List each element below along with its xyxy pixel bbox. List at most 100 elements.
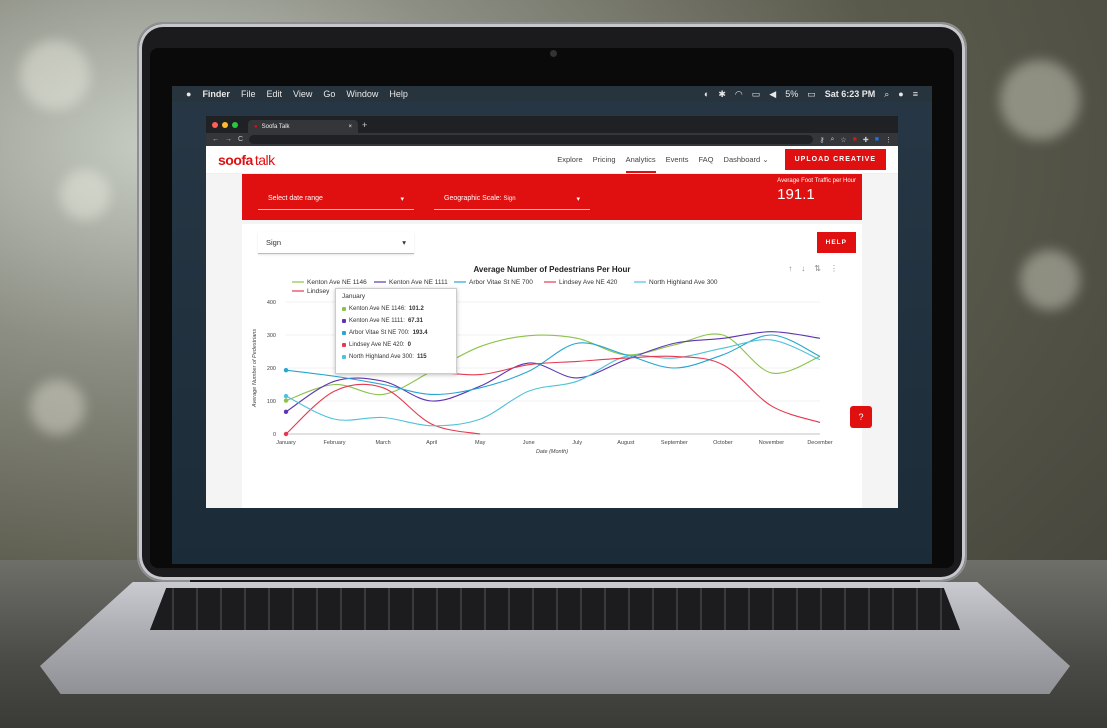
new-tab-button[interactable]: + <box>362 120 367 130</box>
filter-bar: Select date range ▾ Geographic Scale: Si… <box>242 174 862 220</box>
browser-menu-icon[interactable]: ⋮ <box>885 136 892 144</box>
nav-events[interactable]: Events <box>666 155 689 164</box>
data-point <box>283 398 289 403</box>
menu-file[interactable]: File <box>241 89 256 99</box>
chart-card: Sign ▾ HELP ↑ ↓ ⇅ ⋮ Average Number of Pe… <box>242 224 862 508</box>
kpi-label: Average Foot Traffic per Hour <box>777 178 856 184</box>
chevron-down-icon: ⌄ <box>762 155 769 164</box>
nav-faq[interactable]: FAQ <box>699 155 714 164</box>
apple-icon[interactable]: ● <box>186 89 191 99</box>
bookmark-star-icon[interactable]: ☆ <box>840 136 846 144</box>
site-logo[interactable]: soofa talk <box>218 152 275 168</box>
menu-finder[interactable]: Finder <box>202 89 230 99</box>
menu-window[interactable]: Window <box>346 89 378 99</box>
legend-item: North Highland Ave 300 <box>649 279 718 286</box>
geo-scale-value: Sign <box>503 196 516 202</box>
menu-view[interactable]: View <box>293 89 312 99</box>
bokeh-light <box>60 170 110 220</box>
nav-dashboard-label: Dashboard <box>723 155 761 164</box>
geo-scale-label: Geographic Scale: <box>444 195 502 202</box>
browser-window: ● Soofa Talk × + ← → C ⚷ ⌕ ☆ ■ ✚ ■ ⋮ soo… <box>206 116 898 508</box>
x-tick-label: May <box>475 440 486 446</box>
extensions-puzzle-icon[interactable]: ✚ <box>863 136 869 144</box>
battery-percent[interactable]: 5% <box>785 89 798 99</box>
analytics-content: Select date range ▾ Geographic Scale: Si… <box>206 174 898 508</box>
legend-swatch <box>342 343 346 347</box>
legend-swatch <box>342 331 346 335</box>
forward-icon[interactable]: → <box>225 136 232 143</box>
dropdown-arrow-icon: ▾ <box>576 195 580 203</box>
nav-pricing[interactable]: Pricing <box>593 155 616 164</box>
legend-item: Kenton Ave NE 1146 <box>307 279 367 286</box>
sign-select[interactable]: Sign ▾ <box>258 232 414 254</box>
battery-icon: ▭ <box>807 88 816 99</box>
tooltip-row: Kenton Ave NE 1111: 67.31 <box>342 318 450 324</box>
tab-close-icon[interactable]: × <box>348 124 352 130</box>
help-button[interactable]: HELP <box>816 232 856 253</box>
legend-swatch <box>342 355 346 359</box>
bluetooth-icon[interactable]: ✱ <box>718 89 726 100</box>
date-range-select[interactable]: Select date range ▾ <box>258 188 414 210</box>
x-tick-label: August <box>617 440 635 446</box>
zoom-icon[interactable]: ⌕ <box>830 136 834 144</box>
data-point <box>283 409 289 414</box>
tab-title: Soofa Talk <box>261 123 290 130</box>
spotlight-icon[interactable]: ⌕ <box>884 89 889 100</box>
data-point <box>283 393 289 399</box>
tooltip-series-value: 101.2 <box>408 306 424 312</box>
date-range-label: Select date range <box>268 195 323 202</box>
address-bar[interactable] <box>249 135 814 144</box>
chart-title: Average Number of Pedestrians Per Hour <box>473 265 630 274</box>
bokeh-light <box>20 40 90 110</box>
clock[interactable]: Sat 6:23 PM <box>825 89 876 99</box>
legend-swatch <box>342 319 346 323</box>
volume-icon[interactable]: ◀ <box>769 89 776 100</box>
data-point <box>283 431 289 437</box>
x-axis-label: Date (Month) <box>536 449 568 455</box>
menu-help[interactable]: Help <box>389 89 408 99</box>
tooltip-series-name: Lindsey Ave NE 420: <box>349 342 405 348</box>
chat-help-button[interactable]: ? <box>850 406 872 428</box>
legend-item: Kenton Ave NE 1111 <box>389 279 448 286</box>
wifi-icon[interactable]: ◠ <box>735 89 743 100</box>
kpi-value: 191.1 <box>777 186 815 203</box>
question-icon: ? <box>858 412 864 422</box>
x-tick-label: January <box>276 440 296 446</box>
logo-product: talk <box>254 151 275 168</box>
key-icon[interactable]: ⚷ <box>819 136 824 144</box>
menu-go[interactable]: Go <box>323 89 335 99</box>
kpi-foot-traffic: Average Foot Traffic per Hour 191.1 <box>777 178 856 203</box>
x-tick-label: November <box>759 440 785 446</box>
user-icon[interactable]: ● <box>898 89 903 99</box>
geographic-scale-select[interactable]: Geographic Scale: Sign ▾ <box>434 188 590 210</box>
tooltip-row: Arbor Vitae St NE 700: 193.4 <box>342 330 450 336</box>
zoom-window-button[interactable] <box>232 121 238 128</box>
extension-icon[interactable]: ■ <box>853 136 857 143</box>
chart-tooltip: January Kenton Ave NE 1146: 101.2 Kenton … <box>335 288 457 374</box>
tooltip-row: Lindsey Ave NE 420: 0 <box>342 342 450 348</box>
screen: ● Finder File Edit View Go Window Help ◐… <box>172 86 932 564</box>
nav-analytics[interactable]: Analytics <box>625 146 656 173</box>
legend-item: Lindsey Ave NE 420 <box>559 279 618 286</box>
nav-explore[interactable]: Explore <box>557 155 582 164</box>
reload-icon[interactable]: C <box>238 136 243 143</box>
bokeh-light <box>1000 60 1080 140</box>
upload-creative-button[interactable]: UPLOAD CREATIVE <box>784 149 886 170</box>
back-icon[interactable]: ← <box>212 136 219 143</box>
close-window-button[interactable] <box>212 121 218 128</box>
webcam <box>550 50 557 57</box>
airplay-icon[interactable]: ▭ <box>752 89 761 100</box>
y-tick-label: 400 <box>267 300 276 306</box>
menu-edit[interactable]: Edit <box>266 89 282 99</box>
profile-icon[interactable]: ■ <box>875 136 879 143</box>
status-icon[interactable]: ◐ <box>704 89 709 99</box>
mac-menubar: ● Finder File Edit View Go Window Help ◐… <box>172 86 932 102</box>
notification-center-icon[interactable]: ≡ <box>913 89 918 99</box>
tooltip-series-name: Arbor Vitae St NE 700: <box>349 330 410 336</box>
nav-dashboard[interactable]: Dashboard ⌄ <box>724 155 769 164</box>
legend-item: Lindsey <box>307 288 330 295</box>
minimize-window-button[interactable] <box>222 121 228 128</box>
tooltip-row: Kenton Ave NE 1146: 101.2 <box>342 306 450 312</box>
browser-tab[interactable]: ● Soofa Talk × <box>248 120 358 133</box>
main-nav: Explore Pricing Analytics Events FAQ Das… <box>557 146 886 173</box>
